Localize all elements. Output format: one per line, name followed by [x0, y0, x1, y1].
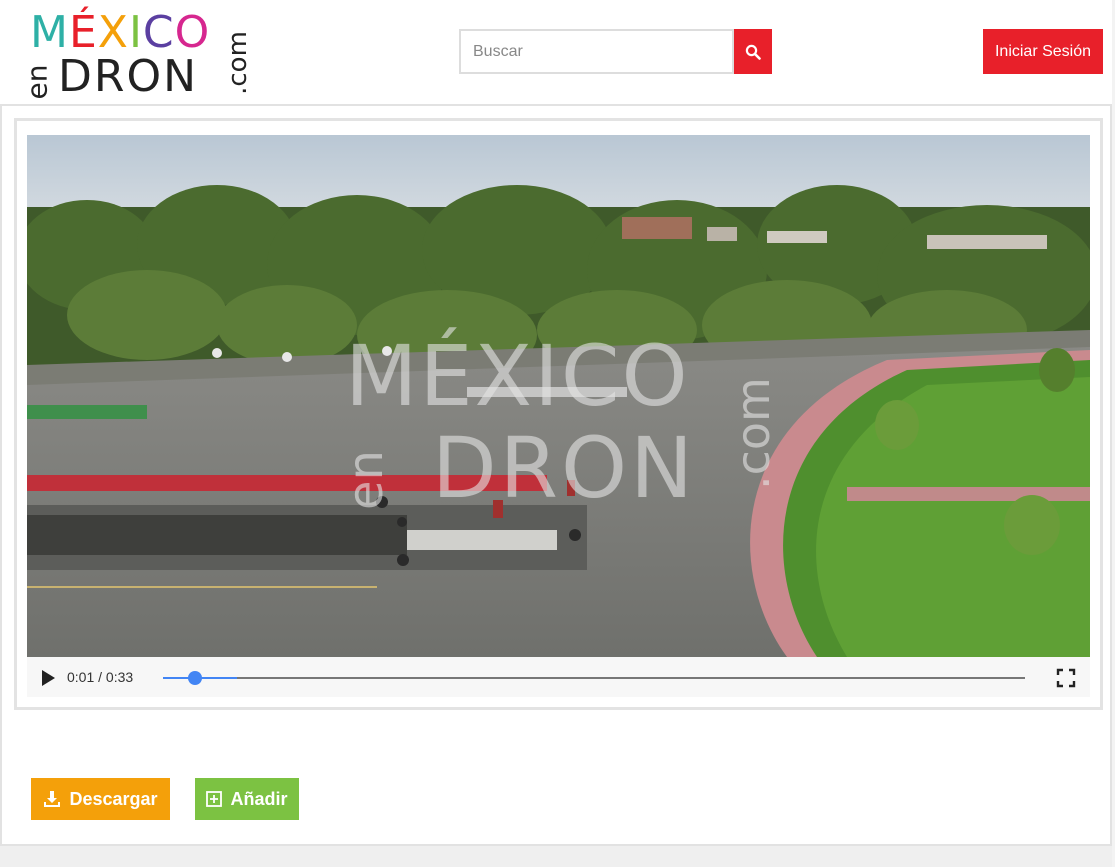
- current-time: 0:01: [67, 669, 95, 685]
- seek-bar[interactable]: [163, 671, 1025, 685]
- download-button[interactable]: Descargar: [31, 778, 170, 820]
- add-label: Añadir: [230, 788, 288, 809]
- svg-text:MÉXICO: MÉXICO: [345, 327, 690, 425]
- duration: 0:33: [105, 669, 134, 685]
- add-button[interactable]: Añadir: [195, 778, 299, 820]
- video-controls: 0:01 / 0:33: [27, 657, 1090, 697]
- site-logo[interactable]: MÉXICO en DRON .com: [20, 10, 252, 102]
- time-separator: /: [98, 669, 106, 685]
- video-frame-image: MÉXICO DRON en .com: [27, 135, 1090, 657]
- logo-com-text: .com: [222, 31, 253, 95]
- logo-mexico-wordmark: MÉXICO: [30, 10, 210, 56]
- video-player-frame: MÉXICO DRON en .com 0:01 / 0:33: [14, 118, 1103, 710]
- download-label: Descargar: [69, 788, 158, 809]
- logo-dron-wordmark: DRON: [58, 51, 198, 102]
- download-icon: [44, 791, 61, 807]
- fullscreen-icon[interactable]: [1056, 668, 1076, 688]
- search-button[interactable]: [734, 29, 772, 74]
- login-button[interactable]: Iniciar Sesión: [983, 29, 1103, 74]
- svg-text:.com: .com: [726, 377, 780, 490]
- time-display: 0:01 / 0:33: [67, 669, 133, 685]
- main-content: MÉXICO DRON en .com 0:01 / 0:33 Descarga…: [0, 104, 1112, 846]
- search-input[interactable]: [459, 29, 734, 74]
- search-bar: [459, 29, 772, 74]
- page-footer-strip: [0, 846, 1115, 867]
- svg-text:en: en: [338, 450, 394, 510]
- search-icon: [745, 44, 761, 60]
- plus-square-icon: [206, 791, 223, 807]
- seek-thumb[interactable]: [187, 671, 202, 685]
- video-player[interactable]: MÉXICO DRON en .com: [27, 135, 1090, 657]
- play-icon[interactable]: [39, 669, 57, 687]
- svg-text:DRON: DRON: [432, 419, 696, 517]
- site-header: MÉXICO en DRON .com Iniciar Sesión: [0, 0, 1115, 104]
- logo-en-text: en: [20, 64, 54, 100]
